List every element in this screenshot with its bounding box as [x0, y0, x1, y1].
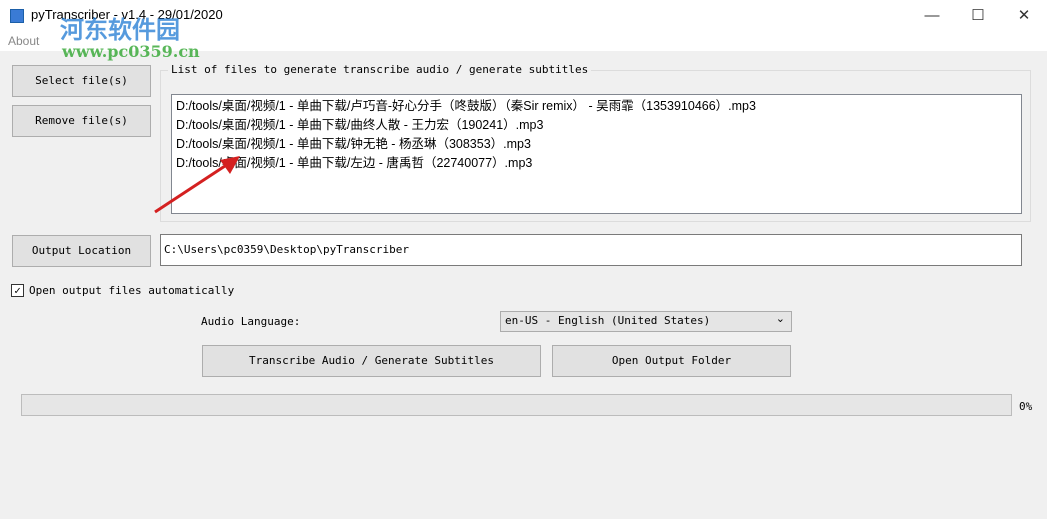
red-arrow-annotation [154, 156, 240, 214]
maximize-button[interactable]: ☐ [955, 0, 1001, 31]
chevron-down-icon: ⌄ [775, 312, 785, 325]
close-button[interactable]: ✕ [1001, 0, 1047, 31]
list-item[interactable]: D:/tools/桌面/视频/1 - 单曲下载/钟无艳 - 杨丞琳（308353… [176, 135, 1017, 154]
open-auto-checkbox[interactable]: ✓ [11, 284, 24, 297]
audio-language-value: en-US - English (United States) [505, 314, 711, 327]
audio-language-select[interactable]: en-US - English (United States) ⌄ [500, 311, 792, 332]
app-icon [10, 9, 24, 23]
minimize-button[interactable]: — [909, 0, 955, 31]
remove-files-button[interactable]: Remove file(s) [12, 105, 151, 137]
list-item[interactable]: D:/tools/桌面/视频/1 - 单曲下载/左边 - 唐禹哲（2274007… [176, 154, 1017, 173]
progress-bar [21, 394, 1012, 416]
open-auto-label: Open output files automatically [29, 284, 235, 297]
list-item[interactable]: D:/tools/桌面/视频/1 - 单曲下载/卢巧音-好心分手（咚鼓版）（秦S… [176, 97, 1017, 116]
list-item[interactable]: D:/tools/桌面/视频/1 - 单曲下载/曲终人散 - 王力宏（19024… [176, 116, 1017, 135]
menu-about[interactable]: About [8, 34, 39, 48]
files-list[interactable]: D:/tools/桌面/视频/1 - 单曲下载/卢巧音-好心分手（咚鼓版）（秦S… [171, 94, 1022, 214]
select-files-button[interactable]: Select file(s) [12, 65, 151, 97]
output-path-field[interactable]: C:\Users\pc0359\Desktop\pyTranscriber [160, 234, 1022, 266]
open-output-folder-button[interactable]: Open Output Folder [552, 345, 791, 377]
watermark: 河东软件园 [60, 15, 180, 44]
audio-language-label: Audio Language: [201, 315, 301, 328]
output-location-button[interactable]: Output Location [12, 235, 151, 267]
watermark-url: www.pc0359.cn [62, 42, 200, 61]
progress-label: 0% [1019, 400, 1033, 413]
transcribe-button[interactable]: Transcribe Audio / Generate Subtitles [202, 345, 541, 377]
files-group-label: List of files to generate transcribe aud… [168, 63, 592, 76]
